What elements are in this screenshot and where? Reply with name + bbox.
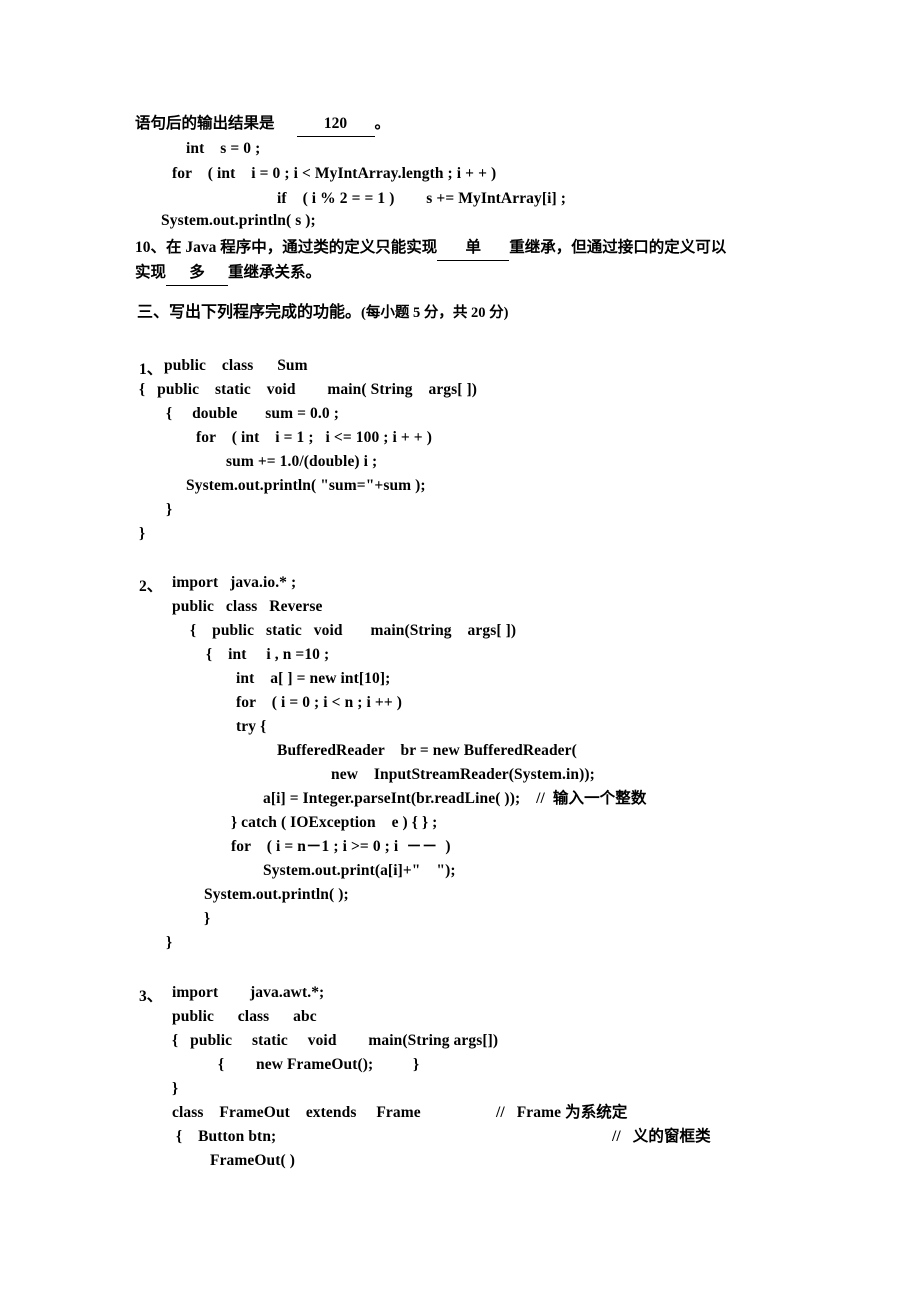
program-2-line-14: } bbox=[204, 910, 211, 927]
program-2-line-10: } catch ( IOException e ) { } ; bbox=[231, 814, 438, 831]
question-10-part2: 重继承，但通过接口的定义可以 bbox=[509, 239, 727, 256]
program-2-line-7: BufferedReader br = new BufferedReader( bbox=[277, 742, 577, 759]
program-1-line-3: for ( int i = 1 ; i <= 100 ; i + + ) bbox=[196, 429, 432, 446]
question-10-answer-2: 多 bbox=[166, 261, 229, 286]
program-1-number: 1、 bbox=[139, 361, 163, 378]
fill-blank-tail-line: 语句后的输出结果是 120。 bbox=[135, 112, 390, 137]
program-2-line-11: for ( i = n－1 ; i >= 0 ; i －－ ) bbox=[231, 838, 451, 855]
question-10-answer-1: 单 bbox=[437, 236, 510, 261]
question-10: 10、在 Java 程序中，通过类的定义只能实现单重继承，但通过接口的定义可以 bbox=[135, 236, 790, 261]
program-1-line-6: } bbox=[166, 501, 173, 518]
program-1-line-0: public class Sum bbox=[164, 357, 308, 374]
program-3-comment-0: // Frame 为系统定 bbox=[496, 1104, 628, 1121]
question-10-number: 10、 bbox=[135, 239, 167, 256]
program-2-line-3: { int i , n =10 ; bbox=[206, 646, 330, 663]
program-1-line-5: System.out.println( "sum="+sum ); bbox=[186, 477, 426, 494]
code-line-tail-3: System.out.println( s ); bbox=[161, 212, 316, 229]
fill-blank-answer-120: 120 bbox=[296, 112, 375, 137]
program-3-line-2: { public static void main(String args[]) bbox=[172, 1032, 499, 1049]
section-three-title: 三、写出下列程序完成的功能。 bbox=[137, 304, 362, 321]
program-3-line-4: } bbox=[172, 1080, 179, 1097]
program-2-line-12: System.out.print(a[i]+" "); bbox=[263, 862, 456, 879]
program-2-line-0: import java.io.* ; bbox=[172, 574, 297, 591]
program-2-line-9: a[i] = Integer.parseInt(br.readLine( ));… bbox=[263, 790, 647, 807]
fill-blank-tail-suffix: 。 bbox=[374, 115, 391, 132]
program-3-comment-1: // 义的窗框类 bbox=[612, 1128, 711, 1145]
question-10-part4: 重继承关系。 bbox=[228, 264, 322, 281]
section-three-scoring: (每小题 5 分，共 20 分) bbox=[361, 305, 509, 321]
program-2-number: 2、 bbox=[139, 578, 163, 595]
code-line-tail-0: int s = 0 ; bbox=[186, 140, 261, 157]
program-1-line-4: sum += 1.0/(double) i ; bbox=[226, 453, 378, 470]
program-3-line-6: { Button btn; bbox=[176, 1128, 277, 1145]
program-3-line-5: class FrameOut extends Frame bbox=[172, 1104, 421, 1121]
program-2-line-15: } bbox=[166, 934, 173, 951]
question-10-line2: 实现多重继承关系。 bbox=[135, 261, 321, 286]
program-2-line-2: { public static void main(String args[ ]… bbox=[190, 622, 517, 639]
code-line-tail-2: if ( i % 2 = = 1 ) s += MyIntArray[i] ; bbox=[277, 190, 567, 207]
program-1-line-7: } bbox=[139, 525, 146, 542]
program-2-line-6: try { bbox=[236, 718, 267, 735]
program-2-line-8: new InputStreamReader(System.in)); bbox=[331, 766, 595, 783]
fill-blank-tail-prefix: 语句后的输出结果是 bbox=[135, 115, 275, 132]
program-3-line-7: FrameOut( ) bbox=[210, 1152, 296, 1169]
document-page: 语句后的输出结果是 120。 int s = 0 ; for ( int i = … bbox=[0, 0, 920, 1302]
question-10-part3: 实现 bbox=[135, 264, 167, 281]
program-1-line-2: { double sum = 0.0 ; bbox=[166, 405, 339, 422]
question-10-part1: 在 Java 程序中，通过类的定义只能实现 bbox=[166, 239, 438, 256]
program-3-number: 3、 bbox=[139, 988, 163, 1005]
program-3-line-1: public class abc bbox=[172, 1008, 317, 1025]
program-1-line-1: { public static void main( String args[ … bbox=[139, 381, 478, 398]
program-2-line-5: for ( i = 0 ; i < n ; i ++ ) bbox=[236, 694, 403, 711]
program-2-line-4: int a[ ] = new int[10]; bbox=[236, 670, 391, 687]
program-3-line-0: import java.awt.*; bbox=[172, 984, 325, 1001]
program-3-line-3: { new FrameOut(); } bbox=[218, 1056, 420, 1073]
code-line-tail-1: for ( int i = 0 ; i < MyIntArray.length … bbox=[172, 165, 497, 182]
program-2-line-1: public class Reverse bbox=[172, 598, 323, 615]
program-2-line-13: System.out.println( ); bbox=[204, 886, 349, 903]
section-three-heading: 三、写出下列程序完成的功能。(每小题 5 分，共 20 分) bbox=[137, 302, 508, 324]
